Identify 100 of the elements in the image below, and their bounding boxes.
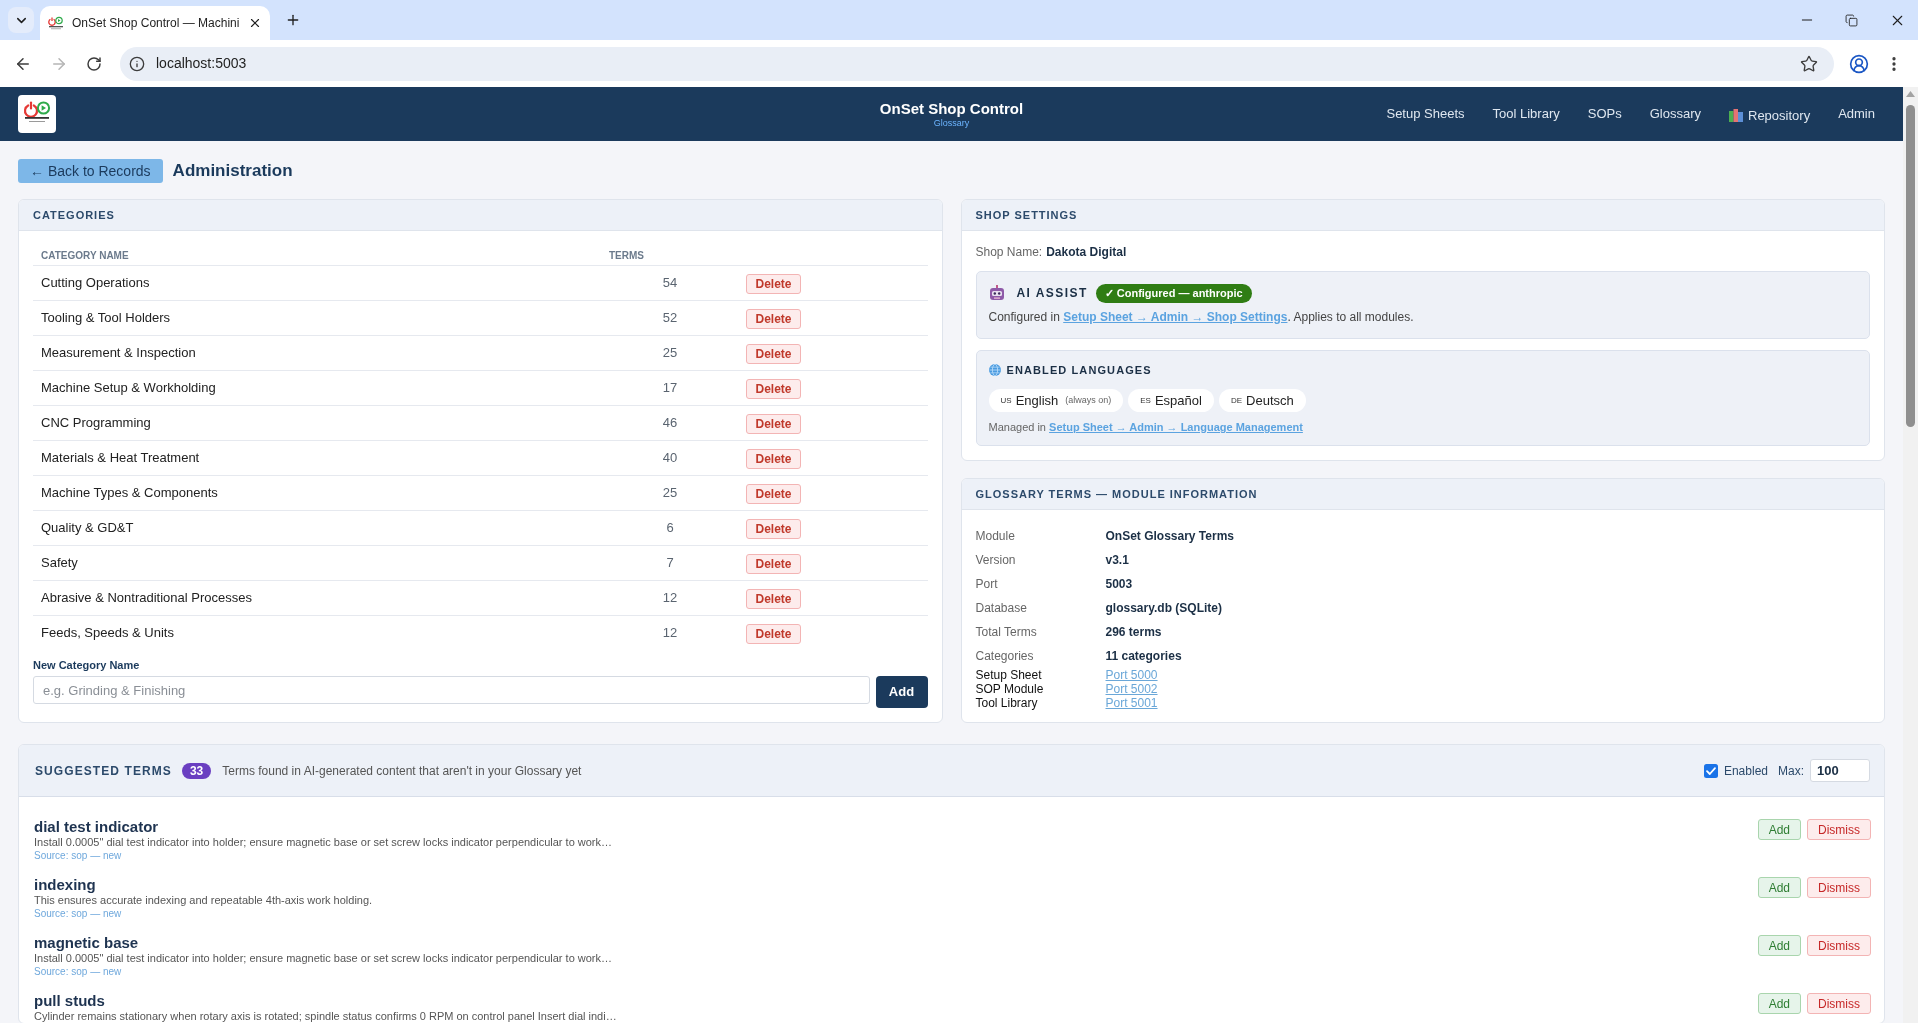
info-label: Tool Library: [975, 695, 1039, 712]
term-source: Source: sop — new: [34, 965, 123, 978]
language-code: ES: [1140, 394, 1151, 407]
category-name: Abrasive & Nontraditional Processes: [40, 589, 253, 608]
delete-button[interactable]: Delete: [746, 379, 801, 399]
delete-button[interactable]: Delete: [746, 274, 801, 294]
term-count: 12: [661, 589, 679, 608]
address-bar[interactable]: localhost:5003: [120, 46, 1834, 81]
category-name: Machine Types & Components: [40, 484, 219, 503]
term-title: magnetic base: [34, 934, 140, 951]
nav-link[interactable]: SOPs: [1587, 104, 1622, 124]
scrollbar-thumb[interactable]: [1906, 105, 1915, 427]
term-count: 6: [665, 519, 675, 538]
reload-icon[interactable]: [86, 55, 102, 72]
dismiss-button[interactable]: Dismiss: [1807, 935, 1871, 956]
star-icon[interactable]: [1800, 54, 1818, 73]
language-code: DE: [1230, 394, 1243, 407]
term-title: indexing: [34, 876, 97, 893]
languages-title: ENABLED LANGUAGES: [1006, 362, 1152, 378]
tab-list-button[interactable]: [8, 7, 34, 33]
term-count: 17: [661, 379, 679, 398]
column-header: TERMS: [608, 249, 645, 263]
languages-note: Managed in Setup Sheet → Admin → Language Management: [988, 420, 1304, 434]
back-button[interactable]: ← Back to Records: [18, 159, 163, 183]
panel-title: SHOP SETTINGS: [975, 207, 1078, 223]
delete-button[interactable]: Delete: [746, 519, 801, 539]
term-count: 52: [661, 309, 679, 328]
add-term-button[interactable]: Add: [1757, 819, 1801, 840]
info-label: SOP Module: [975, 682, 1045, 698]
category-name: Cutting Operations: [40, 274, 151, 293]
category-name: Safety: [40, 554, 79, 573]
browser-tab[interactable]: OnSet Shop Control — Machini: [40, 6, 270, 40]
language-management-link[interactable]: Setup Sheet → Admin → Language Management: [1049, 421, 1303, 433]
add-term-button[interactable]: Add: [1757, 993, 1801, 1014]
max-label: Max:: [1778, 762, 1804, 780]
nav-link[interactable]: Repository: [1729, 102, 1811, 126]
dismiss-button[interactable]: Dismiss: [1807, 993, 1871, 1014]
info-value: 5003: [1105, 576, 1133, 593]
info-value: 296 terms: [1105, 624, 1162, 641]
count-badge: 33: [181, 762, 212, 779]
delete-button[interactable]: Delete: [746, 624, 801, 644]
add-term-button[interactable]: Add: [1757, 877, 1801, 898]
delete-button[interactable]: Delete: [746, 309, 801, 329]
favicon-icon: [48, 16, 64, 30]
nav-link[interactable]: Admin: [1838, 104, 1875, 124]
term-snippet: Install 0.0005" dial test indicator into holder; ensure magnetic base or set screw locks indicator perpendicular to work…: [34, 835, 613, 849]
nav-link[interactable]: Tool Library: [1492, 104, 1560, 124]
info-value: glossary.db (SQLite): [1105, 600, 1222, 617]
language-name: English: [1015, 391, 1059, 410]
robot-icon: [988, 285, 1005, 301]
page-title: Administration: [172, 160, 293, 183]
logo-icon[interactable]: [18, 95, 56, 133]
info-value: OnSet Glossary Terms: [1105, 528, 1234, 545]
app-title: OnSet Shop Control: [879, 99, 1024, 118]
language-note: (always on): [1065, 393, 1112, 407]
delete-button[interactable]: Delete: [746, 554, 801, 574]
term-count: 7: [665, 554, 675, 573]
delete-button[interactable]: Delete: [746, 484, 801, 504]
restore-icon[interactable]: [1845, 13, 1858, 27]
term-count: 40: [661, 449, 679, 468]
ai-assist-title: AI ASSIST: [1016, 285, 1088, 302]
add-term-button[interactable]: Add: [1757, 935, 1801, 956]
max-input[interactable]: 100: [1810, 759, 1870, 782]
category-name: CNC Programming: [40, 414, 152, 433]
dismiss-button[interactable]: Dismiss: [1807, 877, 1871, 898]
info-value: 11 categories: [1105, 648, 1182, 665]
field-label: New Category Name: [33, 658, 141, 672]
panel-title: GLOSSARY TERMS — MODULE INFORMATION: [975, 486, 1258, 502]
info-value: v3.1: [1105, 552, 1129, 569]
language-name: Deutsch: [1246, 391, 1294, 410]
info-label: Version: [975, 552, 1017, 569]
add-category-button[interactable]: Add: [875, 676, 928, 708]
delete-button[interactable]: Delete: [746, 589, 801, 609]
status-badge: ✓ Configured — anthropic: [1095, 283, 1252, 303]
language-code: US: [1000, 394, 1012, 407]
new-tab-icon[interactable]: [285, 12, 301, 28]
delete-button[interactable]: Delete: [746, 344, 801, 364]
delete-button[interactable]: Delete: [746, 414, 801, 434]
category-name-input[interactable]: e.g. Grinding & Finishing: [33, 676, 870, 704]
panel-title: CATEGORIES: [33, 207, 115, 223]
panel-title: SUGGESTED TERMS: [35, 762, 172, 780]
enabled-checkbox[interactable]: [1703, 763, 1718, 778]
nav-link[interactable]: Glossary: [1649, 104, 1701, 124]
close-icon[interactable]: [248, 16, 262, 30]
category-name: Quality & GD&T: [40, 519, 135, 538]
info-label: Module: [975, 528, 1016, 545]
nav-link[interactable]: Setup Sheets: [1386, 104, 1465, 124]
term-title: dial test indicator: [34, 818, 160, 835]
term-snippet: Cylinder remains stationary when rotary axis is rotated; spindle status confirms 0 RPM on control panel Insert dial indi…: [34, 1009, 617, 1023]
column-header: CATEGORY NAME: [40, 249, 130, 263]
language-name: Español: [1154, 391, 1202, 410]
delete-button[interactable]: Delete: [746, 449, 801, 469]
info-label: Port: [975, 576, 999, 593]
term-snippet: Install 0.0005" dial test indicator into holder; ensure magnetic base or set screw locks indicator perpendicular to work…: [34, 951, 613, 965]
dismiss-button[interactable]: Dismiss: [1807, 819, 1871, 840]
enabled-label: Enabled: [1723, 762, 1768, 780]
profile-icon[interactable]: [1849, 53, 1869, 74]
app-subtitle: Glossary: [933, 117, 970, 129]
term-source: Source: sop — new: [34, 849, 123, 862]
info-icon[interactable]: [129, 55, 145, 72]
